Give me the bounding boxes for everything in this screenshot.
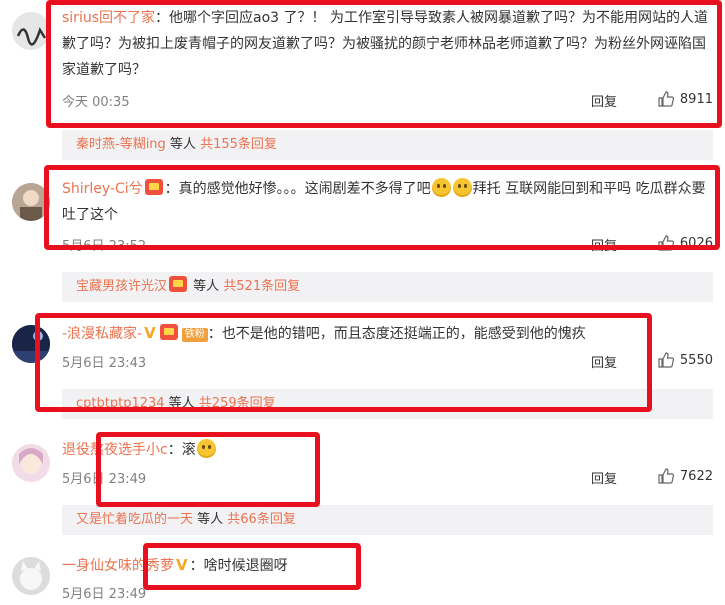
subreply-text: 等人: [165, 137, 201, 152]
reply-button[interactable]: 回复: [591, 468, 617, 487]
avatar-night-icon: [12, 325, 50, 363]
avatar-calligraphy-icon: [12, 12, 50, 50]
like-button[interactable]: 5550: [658, 352, 713, 368]
comment-content: Shirley-Ci兮 ：真的感觉他好惨。。。这闹剧差不多得了吧 拜托 互联网能回到…: [62, 176, 713, 228]
avatar[interactable]: [12, 12, 50, 50]
like-count: 6026: [679, 235, 713, 251]
crown-badge-icon: [169, 276, 188, 292]
reply-button[interactable]: 回复: [591, 235, 617, 254]
subreply-username[interactable]: 又是忙着吃瓜的一天: [76, 512, 193, 527]
comment-time: 今天 00:35: [62, 95, 130, 110]
subreply-username[interactable]: 秦时燕-等糊ing: [76, 137, 166, 152]
avatar-cat-icon: [12, 557, 50, 595]
comment-text: ：啥时候退圈呀: [189, 558, 288, 574]
crown-badge-icon: [159, 324, 178, 340]
comment-username[interactable]: Shirley-Ci兮: [62, 181, 143, 197]
subreply-count[interactable]: 共66条回复: [227, 512, 296, 527]
comment-username[interactable]: 一身仙女味的秀萝: [62, 558, 174, 574]
reply-button[interactable]: 回复: [591, 91, 617, 110]
subreply-text: 等人: [193, 512, 228, 527]
fan-badge: 铁粉: [181, 328, 208, 342]
like-count: 8911: [679, 91, 713, 107]
comment-meta: 5月6日 23:43 回复 5550: [62, 352, 713, 374]
comment-time: 5月6日 23:49: [62, 587, 147, 602]
thinking-emoji-icon: [431, 178, 451, 197]
comment-content: 退役熬夜选手小c：滚: [62, 437, 713, 463]
comment-text: ：滚: [167, 442, 196, 458]
subreply-text: 等人: [189, 279, 224, 294]
subreply-username[interactable]: cptbtptp1234: [76, 396, 165, 411]
subreply-summary[interactable]: 宝藏男孩许光汉 等人 共521条回复: [62, 272, 713, 302]
comment-meta: 5月6日 23:49: [62, 583, 713, 605]
comment-time: 5月6日 23:49: [62, 472, 147, 487]
like-button[interactable]: 7622: [658, 468, 713, 484]
like-button[interactable]: 6026: [658, 235, 713, 251]
subreply-username[interactable]: 宝藏男孩许光汉: [76, 279, 167, 294]
avatar[interactable]: [12, 183, 50, 221]
comment-time: 5月6日 23:43: [62, 356, 147, 371]
subreply-summary[interactable]: 又是忙着吃瓜的一天 等人 共66条回复: [62, 505, 713, 535]
avatar[interactable]: [12, 444, 50, 482]
comment-meta: 5月6日 23:49 回复 7622: [62, 468, 713, 490]
thumbs-up-icon: [658, 352, 674, 368]
comment-text: ：他哪个字回应ao3 了？！ 为工作室引导导致素人被网暴道歉了吗？为不能用网站的…: [62, 10, 708, 78]
avatar[interactable]: [12, 325, 50, 363]
comment-text: ：也不是他的错吧，而且态度还挺端正的，能感受到他的愧疚: [207, 326, 586, 342]
thumbs-up-icon: [658, 91, 674, 107]
verified-v-icon: V: [176, 556, 188, 574]
comment-meta: 今天 00:35 回复 8911: [62, 91, 713, 113]
comment-username[interactable]: -浪漫私藏家-: [62, 326, 142, 342]
subreply-summary[interactable]: cptbtptp1234 等人 共259条回复: [62, 389, 713, 419]
subreply-text: 等人: [164, 396, 199, 411]
comment-time: 5月6日 23:52: [62, 239, 147, 254]
like-button[interactable]: 8911: [658, 91, 713, 107]
subreply-count[interactable]: 共155条回复: [200, 137, 277, 152]
thumbs-up-icon: [658, 235, 674, 251]
subreply-summary[interactable]: 秦时燕-等糊ing 等人 共155条回复: [62, 130, 713, 160]
like-count: 5550: [679, 352, 713, 368]
comment-content: sirius回不了家：他哪个字回应ao3 了？！ 为工作室引导导致素人被网暴道歉…: [62, 5, 713, 83]
subreply-count[interactable]: 共259条回复: [199, 396, 276, 411]
smile-emoji-icon: [196, 439, 216, 458]
comment-meta: 5月6日 23:52 回复 6026: [62, 235, 713, 257]
subreply-count[interactable]: 共521条回复: [223, 279, 300, 294]
thinking-emoji-icon: [452, 178, 472, 197]
avatar-anime-icon: [12, 444, 50, 482]
comment-content: 一身仙女味的秀萝 V ：啥时候退圈呀: [62, 552, 713, 579]
comment-username[interactable]: 退役熬夜选手小c: [62, 442, 168, 458]
comment-content: -浪漫私藏家- V 铁粉 ：也不是他的错吧，而且态度还挺端正的，能感受到他的愧疚: [62, 320, 713, 347]
verified-v-icon: V: [144, 324, 156, 342]
comment-text: ：真的感觉他好惨。。。这闹剧差不多得了吧: [164, 181, 431, 197]
like-count: 7622: [679, 468, 713, 484]
avatar-portrait-icon: [12, 183, 50, 221]
reply-button[interactable]: 回复: [591, 352, 617, 371]
thumbs-up-icon: [658, 468, 674, 484]
avatar[interactable]: [12, 557, 50, 595]
comment-username[interactable]: sirius回不了家: [62, 10, 155, 26]
crown-badge-icon: [144, 179, 163, 195]
